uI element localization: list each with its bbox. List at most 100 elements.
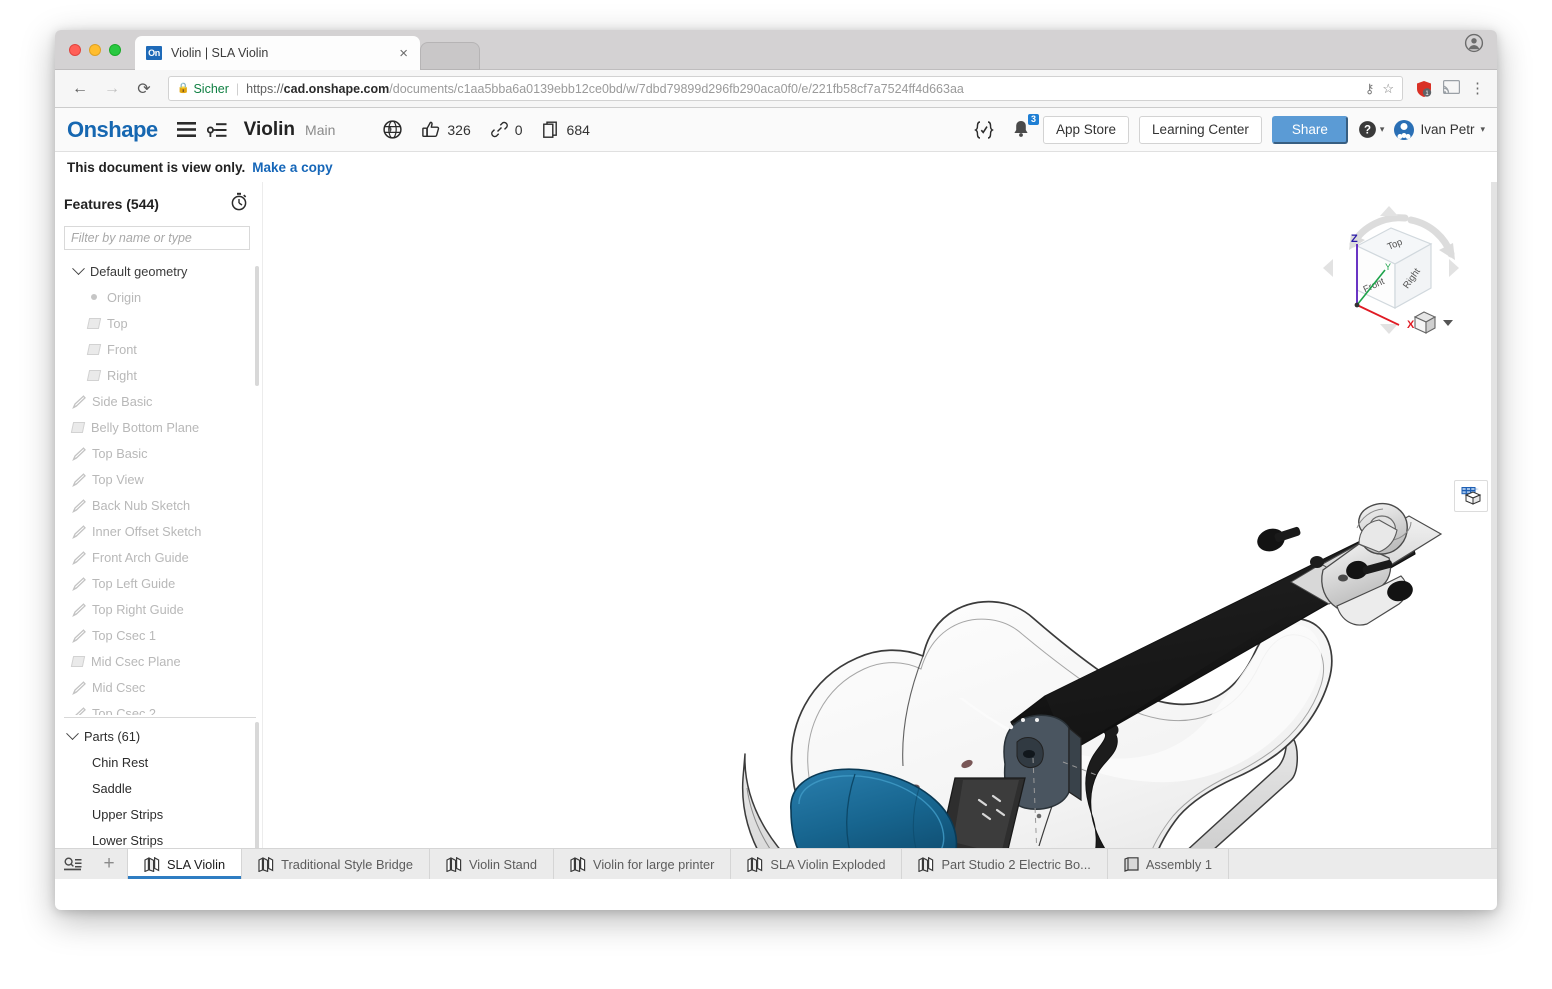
feature-item[interactable]: Front Arch Guide	[64, 544, 262, 570]
copies-count: 684	[567, 122, 590, 138]
share-button[interactable]: Share	[1272, 116, 1348, 144]
feature-label: Right	[107, 368, 137, 383]
feature-item[interactable]: Back Nub Sketch	[64, 492, 262, 518]
sketch-icon	[72, 499, 85, 512]
sketch-icon	[72, 447, 85, 460]
part-label: Lower Strips	[92, 833, 163, 848]
reload-icon[interactable]: ⟳	[131, 76, 157, 102]
feature-label: Belly Bottom Plane	[91, 420, 199, 435]
element-tab[interactable]: Part Studio 2 Electric Bo...	[902, 849, 1107, 879]
learning-center-button[interactable]: Learning Center	[1139, 116, 1262, 144]
cast-icon[interactable]	[1443, 80, 1460, 97]
view-only-message: This document is view only.	[67, 160, 245, 175]
feature-scrollbar[interactable]	[255, 266, 259, 386]
feature-label: Side Basic	[92, 394, 152, 409]
origin-icon	[91, 294, 97, 300]
part-studio-icon	[258, 857, 273, 872]
feature-item[interactable]: Mid Csec	[64, 674, 262, 700]
filter-input[interactable]	[64, 226, 250, 250]
document-title[interactable]: Violin	[244, 119, 295, 141]
feature-label: Mid Csec Plane	[91, 654, 181, 669]
element-tab-label: Assembly 1	[1146, 857, 1212, 872]
graphics-viewport[interactable]: Top Front Right Z X Y	[263, 182, 1497, 879]
browser-tabstrip: On Violin | SLA Violin ×	[55, 30, 1497, 70]
minimize-window-button[interactable]	[89, 44, 101, 56]
parts-header[interactable]: Parts (61)	[62, 723, 262, 749]
user-menu[interactable]: Ivan Petr ▾	[1394, 120, 1485, 140]
feature-list[interactable]: Default geometry Origin Top Front Right	[62, 258, 262, 715]
help-menu[interactable]: ? ▾	[1358, 120, 1385, 139]
browser-tab-inactive[interactable]	[420, 42, 480, 70]
feature-group-default-geometry[interactable]: Default geometry	[64, 258, 262, 284]
sketch-icon	[72, 525, 85, 538]
browser-menu-icon[interactable]: ⋮	[1470, 84, 1485, 93]
sketch-icon	[72, 473, 85, 486]
close-window-button[interactable]	[69, 44, 81, 56]
feature-item[interactable]: Belly Bottom Plane	[64, 414, 262, 440]
feature-item[interactable]: Inner Offset Sketch	[64, 518, 262, 544]
feature-item-origin[interactable]: Origin	[64, 284, 262, 310]
likes-stat[interactable]: 326	[422, 121, 470, 138]
stopwatch-icon[interactable]	[230, 192, 248, 216]
part-item[interactable]: Saddle	[62, 775, 262, 801]
element-tab-label: Violin Stand	[469, 857, 537, 872]
part-item[interactable]: Upper Strips	[62, 801, 262, 827]
feature-item[interactable]: Top Basic	[64, 440, 262, 466]
add-tab-button[interactable]: +	[91, 849, 127, 879]
element-tab-active[interactable]: SLA Violin	[127, 849, 242, 879]
back-icon[interactable]: ←	[67, 76, 93, 102]
browser-tab[interactable]: On Violin | SLA Violin ×	[135, 36, 420, 70]
copies-stat[interactable]: 684	[543, 121, 590, 139]
element-tab-label: SLA Violin	[167, 857, 225, 872]
violin-3d-model[interactable]	[263, 182, 1491, 862]
part-studio-icon	[918, 857, 933, 872]
display-states-panel-button[interactable]	[1454, 480, 1488, 512]
browser-profile-avatar[interactable]	[1463, 32, 1485, 54]
forward-icon[interactable]: →	[99, 76, 125, 102]
feature-label: Top Right Guide	[92, 602, 184, 617]
close-icon[interactable]: ×	[395, 46, 412, 61]
element-tab[interactable]: Assembly 1	[1108, 849, 1229, 879]
chevron-down-icon[interactable]	[66, 727, 79, 740]
feature-item-top[interactable]: Top	[64, 310, 262, 336]
bookmark-star-icon[interactable]: ☆	[1382, 81, 1394, 97]
feature-item[interactable]: Top Csec 2	[64, 700, 262, 715]
secure-label: Sicher	[193, 82, 228, 96]
element-tab-label: Part Studio 2 Electric Bo...	[941, 857, 1090, 872]
feature-item-right[interactable]: Right	[64, 362, 262, 388]
feature-item[interactable]: Top View	[64, 466, 262, 492]
tab-list-icon[interactable]	[55, 849, 91, 879]
parts-scrollbar[interactable]	[255, 722, 259, 867]
chevron-down-icon[interactable]	[72, 262, 85, 275]
assembly-icon	[1124, 857, 1138, 872]
part-studio-icon	[446, 857, 461, 872]
checklist-icon[interactable]	[971, 117, 997, 143]
element-tab[interactable]: SLA Violin Exploded	[731, 849, 902, 879]
public-globe-icon[interactable]	[383, 120, 402, 139]
element-tab[interactable]: Violin for large printer	[554, 849, 731, 879]
feature-item[interactable]: Top Left Guide	[64, 570, 262, 596]
extension-shield-icon[interactable]: 1	[1415, 80, 1433, 98]
url-input[interactable]: 🔒 Sicher | https://cad.onshape.com/docum…	[168, 76, 1403, 101]
feature-item-front[interactable]: Front	[64, 336, 262, 362]
element-tab[interactable]: Traditional Style Bridge	[242, 849, 430, 879]
maximize-window-button[interactable]	[109, 44, 121, 56]
app-store-button[interactable]: App Store	[1043, 116, 1129, 144]
feature-label: Top Csec 2	[92, 706, 156, 716]
element-tab[interactable]: Violin Stand	[430, 849, 554, 879]
feature-item[interactable]: Mid Csec Plane	[64, 648, 262, 674]
feature-label: Top Csec 1	[92, 628, 156, 643]
links-stat[interactable]: 0	[491, 121, 523, 138]
notifications-bell[interactable]: 3	[1011, 119, 1033, 141]
version-graph-icon[interactable]	[204, 117, 230, 143]
onshape-logo[interactable]: Onshape	[67, 117, 158, 143]
part-item[interactable]: Chin Rest	[62, 749, 262, 775]
view-cube[interactable]: Top Front Right Z X Y	[1319, 200, 1469, 340]
feature-item[interactable]: Side Basic	[64, 388, 262, 414]
feature-item[interactable]: Top Right Guide	[64, 596, 262, 622]
key-icon[interactable]: ⚷	[1365, 81, 1375, 97]
feature-label: Front Arch Guide	[92, 550, 189, 565]
make-a-copy-link[interactable]: Make a copy	[252, 160, 332, 175]
feature-item[interactable]: Top Csec 1	[64, 622, 262, 648]
hamburger-menu-icon[interactable]	[174, 117, 200, 143]
